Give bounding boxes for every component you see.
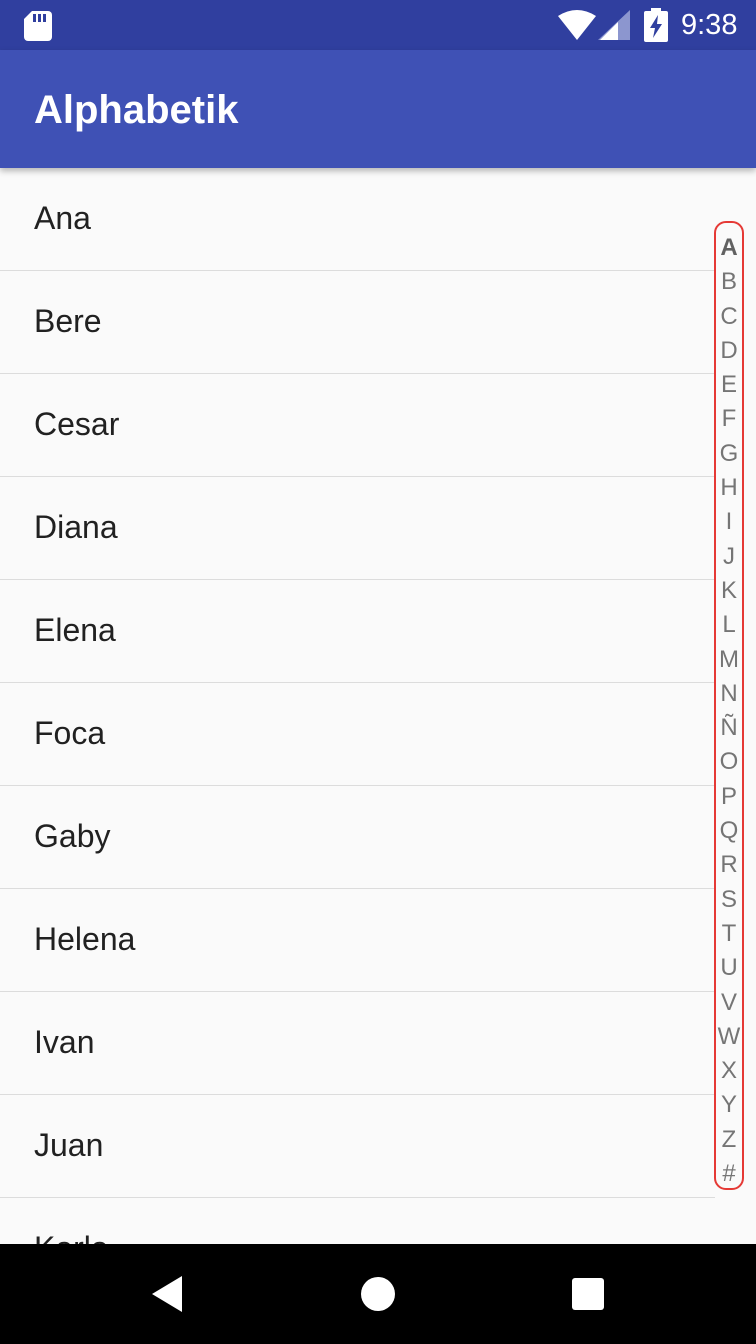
- alphabet-letter[interactable]: M: [716, 643, 742, 677]
- alphabet-letter[interactable]: L: [716, 608, 742, 642]
- list-item[interactable]: Ivan: [0, 992, 715, 1095]
- alphabet-letter[interactable]: W: [716, 1020, 742, 1054]
- wifi-icon: [558, 10, 596, 40]
- alphabet-letter[interactable]: Z: [716, 1123, 742, 1157]
- recents-icon[interactable]: [564, 1270, 612, 1318]
- list-item[interactable]: Elena: [0, 580, 715, 683]
- list-item-name: Bere: [34, 303, 102, 339]
- alphabet-letter[interactable]: T: [716, 917, 742, 951]
- alphabet-letter[interactable]: A: [716, 231, 742, 265]
- list-item-name: Diana: [34, 509, 118, 545]
- alphabet-letter[interactable]: Q: [716, 814, 742, 848]
- name-list[interactable]: Ana Bere Cesar Diana Elena Foca Gaby Helena Ivan…: [0, 168, 715, 1244]
- alphabet-letter[interactable]: #: [716, 1157, 742, 1191]
- list-item[interactable]: Foca: [0, 683, 715, 786]
- alphabet-letter[interactable]: H: [716, 471, 742, 505]
- alphabet-letter[interactable]: I: [716, 505, 742, 539]
- list-item-name: Foca: [34, 715, 106, 751]
- alphabet-letter[interactable]: J: [716, 540, 742, 574]
- alphabet-letter[interactable]: S: [716, 883, 742, 917]
- signal-icon: [598, 10, 630, 40]
- app-title: Alphabetik: [34, 88, 239, 132]
- alphabet-letter[interactable]: K: [716, 574, 742, 608]
- list-item[interactable]: Cesar: [0, 374, 715, 477]
- alphabet-letter[interactable]: Y: [716, 1088, 742, 1122]
- status-bar: 9:38: [0, 0, 756, 50]
- list-item-name: Karla: [34, 1226, 109, 1244]
- alphabet-letter[interactable]: V: [716, 986, 742, 1020]
- list-item-name: Helena: [34, 921, 136, 957]
- list-item-name: Ana: [34, 200, 91, 236]
- list-item[interactable]: Gaby: [0, 786, 715, 889]
- list-item-name: Cesar: [34, 406, 120, 442]
- alphabet-letter[interactable]: U: [716, 951, 742, 985]
- alphabet-letter[interactable]: N: [716, 677, 742, 711]
- back-icon[interactable]: [146, 1270, 194, 1318]
- list-item[interactable]: Bere: [0, 271, 715, 374]
- app-bar: Alphabetik: [0, 50, 756, 168]
- status-time: 9:38: [681, 9, 738, 41]
- battery-charging-icon: [644, 8, 668, 42]
- list-item-name: Juan: [34, 1127, 104, 1163]
- navigation-bar: [0, 1244, 756, 1344]
- alphabet-letter[interactable]: E: [716, 368, 742, 402]
- alphabet-letter[interactable]: G: [716, 437, 742, 471]
- list-item[interactable]: Juan: [0, 1095, 715, 1198]
- alphabet-letter[interactable]: O: [716, 745, 742, 779]
- alphabet-letter[interactable]: X: [716, 1054, 742, 1088]
- alphabet-index[interactable]: A B C D E F G H I J K L M N Ñ O P Q R S T U V W X Y Z #: [714, 221, 744, 1190]
- alphabet-letter[interactable]: P: [716, 780, 742, 814]
- home-icon[interactable]: [354, 1270, 402, 1318]
- alphabet-letter[interactable]: D: [716, 334, 742, 368]
- list-item-name: Elena: [34, 612, 116, 648]
- list-item[interactable]: Diana: [0, 477, 715, 580]
- alphabet-letter[interactable]: Ñ: [716, 711, 742, 745]
- alphabet-letter[interactable]: C: [716, 300, 742, 334]
- alphabet-letter[interactable]: F: [716, 402, 742, 436]
- list-item[interactable]: Helena: [0, 889, 715, 992]
- list-item-name: Ivan: [34, 1024, 95, 1060]
- alphabet-letter[interactable]: R: [716, 848, 742, 882]
- list-item[interactable]: Karla: [0, 1198, 715, 1244]
- sd-card-icon: [24, 11, 52, 41]
- list-item[interactable]: Ana: [0, 168, 715, 271]
- alphabet-letter[interactable]: B: [716, 265, 742, 299]
- list-item-name: Gaby: [34, 818, 111, 854]
